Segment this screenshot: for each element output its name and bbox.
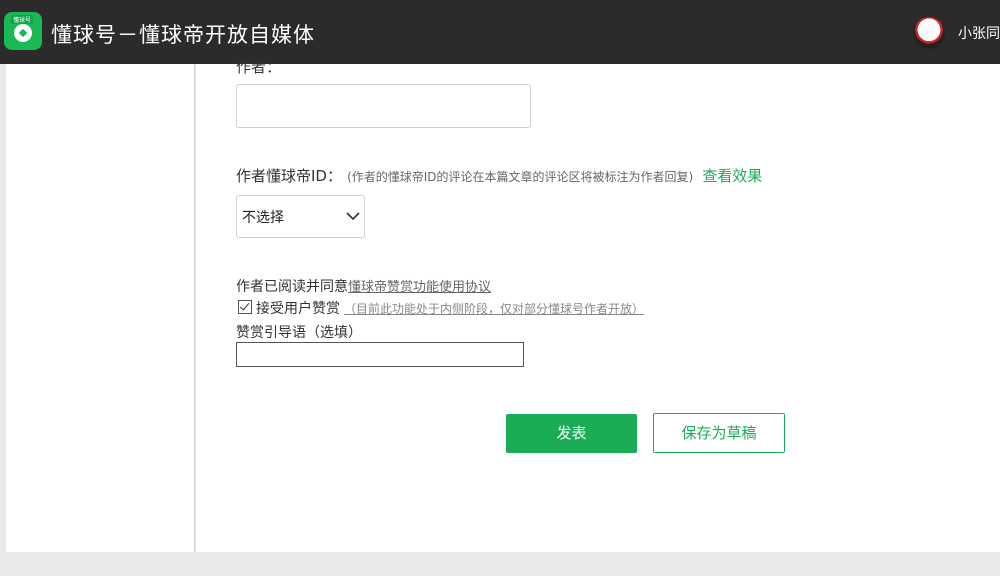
author-id-select-value: 不选择 (242, 210, 284, 226)
author-label: 作者： (236, 58, 282, 76)
reward-note: （目前此功能处于内侧阶段，仅对部分懂球号作者开放） (344, 302, 645, 316)
page-title: 懂球号－懂球帝开放自媒体 (51, 23, 315, 47)
football-icon (14, 24, 32, 42)
author-id-hint: (作者的懂球帝ID的评论在本篇文章的评论区将被标注为作者回复) (347, 170, 694, 184)
author-id-row: 作者懂球帝ID： (作者的懂球帝ID的评论在本篇文章的评论区将被标注为作者回复)… (236, 165, 762, 186)
chevron-down-icon (346, 212, 360, 221)
reward-checkbox-label[interactable]: 接受用户赞赏 (256, 301, 340, 317)
username[interactable]: 小张同学 (958, 23, 1000, 43)
logo-tag: 懂球号 (11, 15, 34, 24)
dongqiuhao-logo[interactable]: 懂球号 (4, 12, 42, 50)
save-draft-button[interactable]: 保存为草稿 (653, 413, 785, 453)
author-input[interactable] (236, 84, 531, 128)
avatar[interactable] (913, 17, 945, 49)
view-effect-link[interactable]: 查看效果 (702, 167, 762, 185)
reward-checkbox[interactable] (238, 300, 252, 314)
top-bar: 懂球号 懂球号－懂球帝开放自媒体 小张同学 (0, 0, 1000, 64)
publish-button[interactable]: 发表 (506, 414, 637, 453)
agreement-text: 作者已阅读并同意 (236, 279, 348, 295)
author-id-select[interactable]: 不选择 (236, 195, 365, 238)
author-id-label: 作者懂球帝ID： (236, 167, 342, 185)
reward-row: 接受用户赞赏 （目前此功能处于内侧阶段，仅对部分懂球号作者开放） (238, 298, 644, 318)
sidebar (6, 64, 195, 552)
agreement-row: 作者已阅读并同意懂球帝赞赏功能使用协议 (236, 276, 491, 296)
agreement-link[interactable]: 懂球帝赞赏功能使用协议 (348, 280, 491, 295)
reward-guide-label: 赞赏引导语（选填） (236, 325, 362, 341)
reward-guide-input[interactable] (236, 342, 524, 367)
editor-form: 作者： 作者懂球帝ID： (作者的懂球帝ID的评论在本篇文章的评论区将被标注为作… (196, 58, 1000, 552)
